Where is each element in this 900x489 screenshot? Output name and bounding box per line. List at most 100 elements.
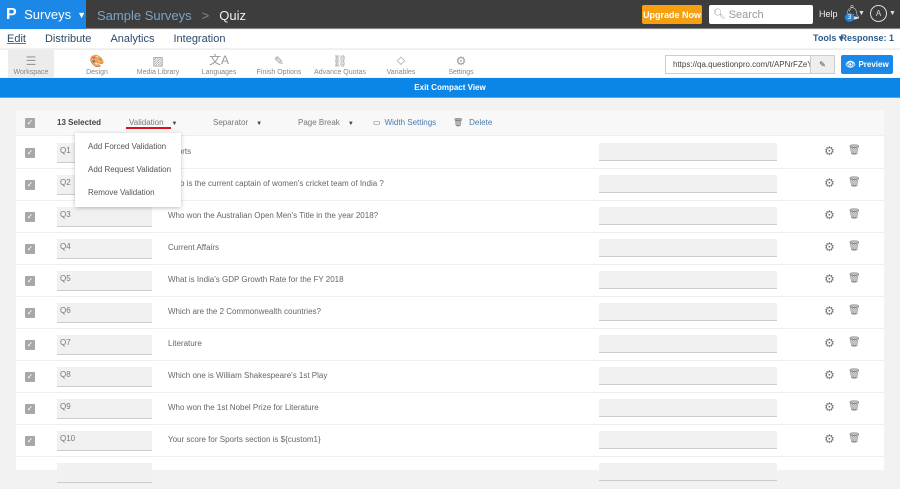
trash-icon[interactable]: 🗑︎ [848, 241, 861, 252]
pencil-icon[interactable]: ✎ [810, 56, 834, 73]
question-id-field[interactable]: Q8 [57, 367, 152, 387]
gear-icon[interactable]: ⚙ [824, 176, 835, 190]
question-text[interactable]: Which one is William Shakespeare's 1st P… [168, 371, 327, 380]
trash-icon[interactable]: 🗑︎ [848, 209, 861, 220]
tab-distribute[interactable]: Distribute [45, 33, 91, 45]
question-extra-field[interactable] [599, 175, 777, 193]
caret-down-icon[interactable]: ▼ [858, 10, 865, 17]
toolbar-advance-quotas[interactable]: ⛓ Advance Quotas [313, 50, 367, 78]
preview-button[interactable]: 👁︎ Preview [841, 55, 893, 74]
question-extra-field[interactable] [599, 143, 777, 161]
survey-url-field[interactable]: https://qa.questionpro.com/t/APNrFZeY ✎ [665, 55, 835, 74]
gear-icon[interactable]: ⚙ [824, 432, 835, 446]
question-extra-field[interactable] [599, 271, 777, 289]
select-all-checkbox[interactable]: ✓ [25, 118, 35, 128]
question-checkbox[interactable]: ✓ [25, 436, 35, 446]
menu-item-add-forced-validation[interactable]: Add Forced Validation [75, 135, 181, 158]
separator-label: Separator [213, 118, 249, 127]
page-break-label: Page Break [298, 118, 340, 127]
width-settings-button[interactable]: ▭ Width Settings [373, 118, 436, 127]
toolbar-design[interactable]: 🎨 Design [72, 50, 122, 78]
question-checkbox[interactable]: ✓ [25, 308, 35, 318]
avatar[interactable]: A [870, 5, 887, 22]
delete-button[interactable]: 🗑︎ Delete [453, 118, 492, 127]
question-checkbox[interactable]: ✓ [25, 404, 35, 414]
question-text[interactable]: Who won the 1st Nobel Prize for Literatu… [168, 403, 319, 412]
toolbar-workspace[interactable]: ☰ Workspace [8, 50, 54, 78]
validation-dropdown[interactable]: Validation ▼ [129, 118, 178, 127]
gear-icon[interactable]: ⚙ [824, 368, 835, 382]
question-extra-field[interactable] [599, 207, 777, 225]
question-checkbox[interactable]: ✓ [25, 276, 35, 286]
tab-integration[interactable]: Integration [173, 33, 225, 45]
trash-icon[interactable]: 🗑︎ [848, 401, 861, 412]
tab-edit[interactable]: Edit [7, 33, 26, 45]
question-checkbox[interactable]: ✓ [25, 148, 35, 158]
response-count[interactable]: Response: 1 [840, 33, 894, 43]
question-extra-field[interactable] [599, 399, 777, 417]
gear-icon[interactable]: ⚙ [824, 336, 835, 350]
question-extra-field[interactable] [599, 239, 777, 257]
gear-icon[interactable]: ⚙ [824, 144, 835, 158]
trash-icon[interactable]: 🗑︎ [848, 177, 861, 188]
question-id-field[interactable]: Q3 [57, 207, 152, 227]
trash-icon[interactable]: 🗑︎ [848, 145, 861, 156]
question-text[interactable]: Who is the current captain of women's cr… [168, 179, 384, 188]
question-text[interactable]: Who won the Australian Open Men's Title … [168, 211, 378, 220]
toolbar-media-library[interactable]: ▨ Media Library [131, 50, 185, 78]
question-checkbox[interactable]: ✓ [25, 372, 35, 382]
question-id-field[interactable]: Q9 [57, 399, 152, 419]
surveys-menu[interactable]: P Surveys ▼ [0, 0, 86, 29]
search-input[interactable]: 🔍︎ Search [709, 5, 813, 24]
exit-compact-view-button[interactable]: Exit Compact View [0, 78, 900, 98]
page-break-dropdown[interactable]: Page Break ▼ [298, 118, 354, 127]
help-link[interactable]: Help [819, 9, 838, 19]
trash-icon[interactable]: 🗑︎ [848, 433, 861, 444]
menu-item-remove-validation[interactable]: Remove Validation [75, 181, 181, 204]
question-id-field[interactable]: Q10 [57, 431, 152, 451]
gear-icon[interactable]: ⚙ [824, 208, 835, 222]
tools-menu[interactable]: Tools ▾ [813, 33, 843, 44]
upgrade-button[interactable]: Upgrade Now [642, 5, 702, 24]
trash-icon[interactable]: 🗑︎ [848, 273, 861, 284]
trash-icon[interactable]: 🗑︎ [848, 369, 861, 380]
gear-icon[interactable]: ⚙ [824, 304, 835, 318]
question-id-field[interactable]: Q5 [57, 271, 152, 291]
question-extra-field[interactable] [599, 367, 777, 385]
question-extra-field[interactable] [599, 303, 777, 321]
toolbar-languages[interactable]: 文A Languages [196, 50, 242, 78]
question-checkbox[interactable]: ✓ [25, 340, 35, 350]
question-checkbox[interactable]: ✓ [25, 212, 35, 222]
gear-icon[interactable]: ⚙ [824, 272, 835, 286]
question-text[interactable]: Which are the 2 Commonwealth countries? [168, 307, 321, 316]
question-text[interactable]: What is India's GDP Growth Rate for the … [168, 275, 344, 284]
tab-analytics[interactable]: Analytics [110, 33, 154, 45]
toolbar-label: Settings [448, 69, 474, 76]
question-checkbox[interactable]: ✓ [25, 244, 35, 254]
validation-label: Validation [129, 118, 164, 127]
question-checkbox[interactable]: ✓ [25, 180, 35, 190]
trash-icon[interactable]: 🗑︎ [848, 305, 861, 316]
gear-icon[interactable]: ⚙ [824, 240, 835, 254]
question-id-field[interactable]: Q4 [57, 239, 152, 259]
question-id-field[interactable] [57, 463, 152, 483]
question-text[interactable]: Current Affairs [168, 243, 219, 252]
toolbar-finish-options[interactable]: ✎ Finish Options [253, 50, 305, 78]
question-id-field[interactable]: Q7 [57, 335, 152, 355]
workspace-icon: ☰ [25, 54, 37, 68]
question-extra-field[interactable] [599, 335, 777, 353]
separator-dropdown[interactable]: Separator ▼ [213, 118, 262, 127]
question-text[interactable]: Your score for Sports section is ${custo… [168, 435, 321, 444]
media-library-icon: ▨ [152, 54, 164, 68]
gear-icon[interactable]: ⚙ [824, 400, 835, 414]
question-id-field[interactable]: Q6 [57, 303, 152, 323]
toolbar-settings[interactable]: ⚙ Settings [440, 50, 482, 78]
question-text[interactable]: Literature [168, 339, 202, 348]
question-extra-field[interactable] [599, 431, 777, 449]
caret-down-icon[interactable]: ▼ [889, 10, 896, 17]
trash-icon[interactable]: 🗑︎ [848, 337, 861, 348]
menu-item-add-request-validation[interactable]: Add Request Validation [75, 158, 181, 181]
toolbar-variables[interactable]: ⬦ Variables [378, 50, 424, 78]
question-row: ✓ Q7 Literature ⚙ 🗑︎ [16, 329, 884, 361]
breadcrumb-parent[interactable]: Sample Surveys [97, 8, 192, 23]
